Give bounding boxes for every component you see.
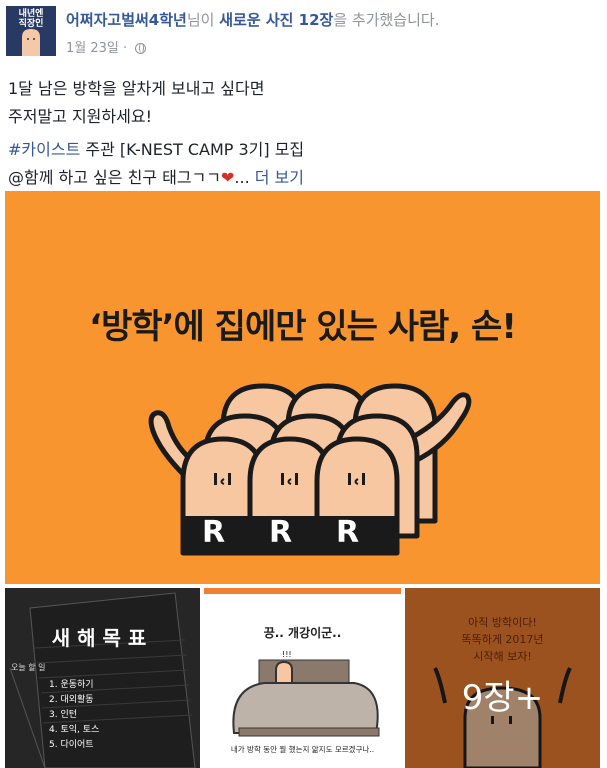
author-link[interactable]: 어쩌자고벌써4학년 <box>66 11 187 29</box>
goals-list: 1. 운동하기 2. 대외활동 3. 인턴 4. 토익, 토스 5. 다이어트 <box>49 678 99 753</box>
raised-hands-characters-illustration <box>148 383 472 556</box>
badge-letter-2: R <box>269 515 293 550</box>
ellipsis: ... <box>234 168 250 187</box>
goal-item: 1. 운동하기 <box>49 680 94 690</box>
bed-illustration <box>232 659 380 737</box>
post-meta: 1월 23일 · <box>66 37 147 56</box>
todo-tab: 오늘 할 일 <box>11 663 46 672</box>
badge-letter-3: R <box>336 515 360 550</box>
avatar[interactable]: 내년엔 직장인 <box>6 6 56 56</box>
more-photos-count: 9장+ <box>461 678 544 718</box>
body-line-3-rest: 주관 [K-NEST CAMP 3기] 모집 <box>80 140 305 159</box>
body-line-3: #카이스트 주관 [K-NEST CAMP 3기] 모집 <box>8 137 598 162</box>
post-date[interactable]: 1월 23일 <box>66 41 119 56</box>
thumb2-caption-bottom: 내가 방학 동안 뭘 했는지 앎지도 모르겠구나.. <box>230 745 375 754</box>
goal-item: 5. 다이어트 <box>49 740 94 750</box>
body-line-1: 1달 남은 방학을 알차게 보내고 싶다면 <box>8 79 265 98</box>
post-body: 1달 남은 방학을 알차게 보내고 싶다면 주저말고 지원하세요! #카이스트 … <box>8 76 598 193</box>
main-photo[interactable]: ‘방학’에 집에만 있는 사람, 손! R R R <box>5 191 600 584</box>
photo-thumbnails: 오늘 할 일 새해목표 1. 운동하기 2. 대외활동 3. 인턴 4. 토익,… <box>5 588 600 768</box>
heart-icon: ❤ <box>220 168 235 187</box>
body-line-4: @함께 하고 싶은 친구 태그ㄱㄱ❤... 더 보기 <box>8 165 598 190</box>
globe-icon[interactable] <box>135 43 147 54</box>
post-title-line: 어쩌자고벌써4학년님이 새로운 사진 12장을 추가했습니다. <box>66 9 439 30</box>
thumbnail-3[interactable]: 아직 방학이다! 똑똑하게 2017년 시작해 보자! 9장+ <box>405 588 600 768</box>
new-photos-link[interactable]: 새로운 사진 12장 <box>219 11 333 29</box>
post-header: 내년엔 직장인 어쩌자고벌써4학년님이 새로운 사진 12장을 추가했습니다. … <box>0 0 607 62</box>
action-text-mid: 님이 <box>186 11 220 29</box>
notebook-illustration <box>9 592 196 768</box>
body-line-2: 주저말고 지원하세요! <box>8 107 152 126</box>
action-text-end: 을 추가했습니다. <box>333 11 440 29</box>
thumbnail-1[interactable]: 오늘 할 일 새해목표 1. 운동하기 2. 대외활동 3. 인턴 4. 토익,… <box>5 588 200 768</box>
body-line-4-text: @함께 하고 싶은 친구 태그ㄱㄱ <box>8 168 221 187</box>
more-photos-overlay[interactable]: 9장+ <box>405 588 600 768</box>
new-year-goals-title: 새해목표 <box>51 626 154 650</box>
hashtag-link[interactable]: #카이스트 <box>8 140 80 159</box>
thumbnail-2[interactable]: 끙.. 개강이군.. !!! 내가 방학 동안 뭘 했는지 앎지도 모르겠구나.… <box>204 588 401 768</box>
avatar-character-icon <box>22 29 40 56</box>
badge-letter-1: R <box>202 515 226 550</box>
see-more-link[interactable]: 더 보기 <box>255 168 304 187</box>
goal-item: 2. 대외활동 <box>49 695 94 705</box>
goal-item: 3. 인턴 <box>49 710 78 720</box>
goal-item: 4. 토익, 토스 <box>49 725 100 735</box>
meta-separator: · <box>123 41 128 56</box>
